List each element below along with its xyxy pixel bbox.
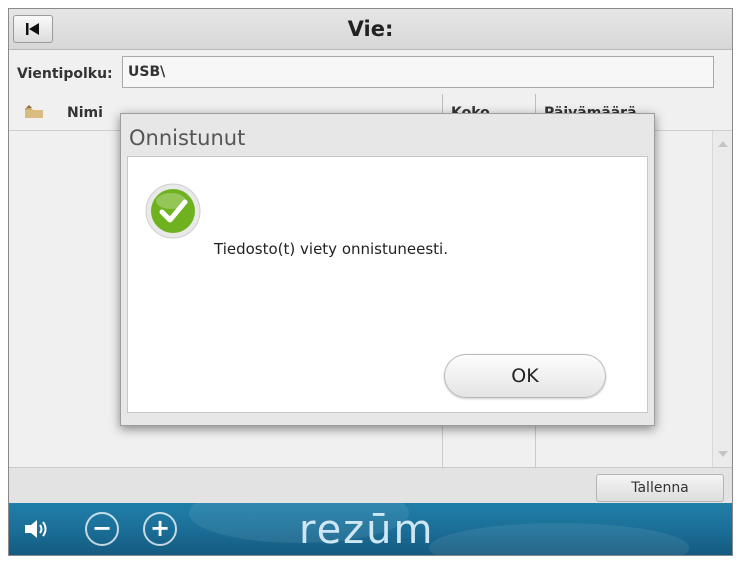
export-path-field[interactable]: USB\	[122, 56, 714, 88]
volume-up-button[interactable]: +	[143, 512, 177, 546]
column-header-name[interactable]: Nimi	[67, 105, 103, 121]
dialog-body: Tiedosto(t) viety onnistuneesti. OK	[127, 156, 648, 413]
header-bar: Vie:	[9, 9, 732, 50]
bottom-control-bar: − + rezūm	[9, 503, 732, 555]
volume-down-button[interactable]: −	[85, 512, 119, 546]
vertical-scrollbar[interactable]	[712, 131, 732, 467]
save-button[interactable]: Tallenna	[596, 474, 724, 502]
success-dialog: Onnistunut Tiedosto(t) viety onnistunees…	[120, 113, 655, 426]
folder-up-icon[interactable]	[24, 105, 44, 119]
water-ripple	[429, 523, 689, 555]
ok-button[interactable]: OK	[444, 354, 606, 398]
dialog-message: Tiedosto(t) viety onnistuneesti.	[214, 240, 448, 258]
footer-bar: Tallenna	[9, 467, 732, 504]
scroll-up-arrow-icon[interactable]	[718, 141, 728, 147]
brand-logo: rezūm	[299, 507, 435, 553]
export-path-label: Vientipolku:	[17, 66, 113, 82]
page-title: Vie:	[347, 17, 394, 41]
dialog-title: Onnistunut	[129, 126, 246, 150]
speaker-icon[interactable]	[23, 518, 49, 540]
scroll-down-arrow-icon[interactable]	[718, 451, 728, 457]
success-check-icon	[145, 183, 201, 239]
export-path-row: Vientipolku: USB\	[9, 50, 732, 94]
